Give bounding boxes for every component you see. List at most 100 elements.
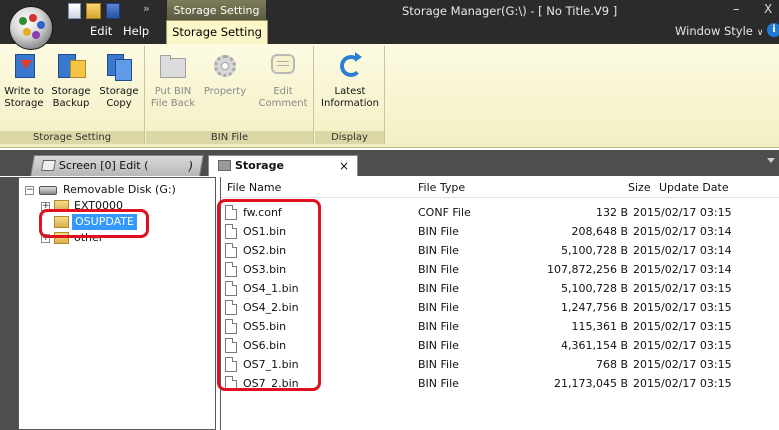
latest-info-label-1: Latest xyxy=(334,86,366,97)
document-tab-strip: Screen [0] Edit ( ) Storage Manager(G:\)… xyxy=(0,150,779,192)
header-divider xyxy=(221,197,779,198)
highlight-annotation-folder xyxy=(39,209,149,238)
orb-dot-purple xyxy=(32,31,40,39)
put-bin-label-2: File Back xyxy=(150,98,196,109)
group-display: Latest Information Display xyxy=(315,46,385,144)
update-date-cell: 2015/02/17 03:15 xyxy=(633,377,732,390)
storage-copy-icon xyxy=(104,50,134,82)
folder-icon xyxy=(158,50,188,82)
update-date-cell: 2015/02/17 03:15 xyxy=(633,282,732,295)
put-bin-file-back-button[interactable]: Put BIN File Back xyxy=(150,50,196,110)
file-type-cell: BIN File xyxy=(418,339,459,352)
file-type-cell: BIN File xyxy=(418,320,459,333)
write-to-storage-label-2: Storage xyxy=(4,98,44,109)
file-size-cell: 115,361 B xyxy=(571,320,628,333)
update-date-cell: 2015/02/17 03:15 xyxy=(633,339,732,352)
tab-screen-edit[interactable]: Screen [0] Edit ( ) xyxy=(30,155,204,176)
application-menu-button[interactable] xyxy=(9,6,53,50)
tab-screen-suffix: ) xyxy=(186,159,195,173)
column-header-size[interactable]: Size xyxy=(628,181,651,194)
drive-icon xyxy=(39,186,57,195)
left-gutter xyxy=(0,177,18,430)
file-size-cell: 21,173,045 B xyxy=(553,377,628,390)
storage-copy-button[interactable]: Storage Copy xyxy=(96,50,142,110)
update-date-cell: 2015/02/17 03:15 xyxy=(633,320,732,333)
file-size-cell: 132 B xyxy=(595,206,628,219)
close-button[interactable]: X xyxy=(764,2,772,16)
open-folder-icon[interactable] xyxy=(86,3,101,19)
write-to-storage-label-1: Write to xyxy=(4,86,44,97)
storage-copy-label-1: Storage xyxy=(99,86,139,97)
tree-root-label: Removable Disk (G:) xyxy=(63,183,176,196)
context-tab-title: Storage Setting xyxy=(167,0,266,22)
property-button[interactable]: Property xyxy=(200,50,250,98)
column-header-file-type[interactable]: File Type xyxy=(418,181,465,194)
column-header-update-date[interactable]: Update Date xyxy=(659,181,729,194)
update-date-cell: 2015/02/17 03:15 xyxy=(633,206,732,219)
group-label-storage-setting: Storage Setting xyxy=(0,131,144,144)
storage-backup-button[interactable]: Storage Backup xyxy=(48,50,94,110)
update-date-cell: 2015/02/17 03:14 xyxy=(633,263,732,276)
screen-icon xyxy=(41,160,56,171)
save-icon[interactable] xyxy=(106,3,120,19)
file-size-cell: 4,361,154 B xyxy=(560,339,628,352)
property-label: Property xyxy=(203,86,247,97)
gear-icon xyxy=(210,50,240,82)
menu-help[interactable]: Help xyxy=(123,24,149,38)
latest-info-label-2: Information xyxy=(321,98,379,109)
menu-edit[interactable]: Edit xyxy=(90,24,112,38)
file-type-cell: CONF File xyxy=(418,206,471,219)
file-size-cell: 5,100,728 B xyxy=(560,282,628,295)
collapse-icon[interactable]: − xyxy=(25,186,34,195)
orb-dot-red xyxy=(29,14,37,22)
storage-backup-icon xyxy=(56,50,86,82)
group-bin-file: Put BIN File Back Property Edit Comment … xyxy=(146,46,314,144)
orb-dot-green xyxy=(19,17,27,25)
file-type-cell: BIN File xyxy=(418,358,459,371)
group-storage-setting: Write to Storage Storage Backup Storage … xyxy=(0,46,145,144)
quick-access-more-button[interactable]: » xyxy=(143,2,150,15)
file-size-cell: 5,100,728 B xyxy=(560,244,628,257)
tab-storage-manager[interactable]: Storage Manager(G:\) × xyxy=(208,155,358,192)
tab-screen-label: Screen [0] Edit ( xyxy=(58,159,149,172)
file-type-cell: BIN File xyxy=(418,225,459,238)
file-size-cell: 208,648 B xyxy=(571,225,628,238)
put-bin-label-1: Put BIN xyxy=(154,86,192,97)
file-size-cell: 107,872,256 B xyxy=(546,263,628,276)
highlight-annotation-files xyxy=(217,199,321,391)
storage-backup-label-1: Storage xyxy=(51,86,91,97)
help-info-icon[interactable]: i xyxy=(767,23,779,37)
file-type-cell: BIN File xyxy=(418,244,459,257)
minimize-button[interactable]: – xyxy=(733,2,740,17)
tab-list-chevron-icon[interactable] xyxy=(767,158,775,163)
column-header-file-name[interactable]: File Name xyxy=(227,181,281,194)
title-bar: » Storage Setting Storage Manager(G:\) -… xyxy=(0,0,779,44)
update-date-cell: 2015/02/17 03:15 xyxy=(633,358,732,371)
window-style-dropdown[interactable]: Window Style ∨ xyxy=(675,24,763,38)
orb-dot-blue xyxy=(37,21,45,29)
storage-backup-label-2: Backup xyxy=(52,98,90,109)
update-date-cell: 2015/02/17 03:14 xyxy=(633,244,732,257)
write-to-storage-icon xyxy=(9,50,39,82)
group-label-display: Display xyxy=(315,131,384,144)
chevron-down-icon: ∨ xyxy=(756,28,764,38)
tab-close-icon[interactable]: × xyxy=(339,156,349,176)
file-size-cell: 1,247,756 B xyxy=(560,301,628,314)
window-style-label: Window Style xyxy=(675,24,753,38)
edit-comment-button[interactable]: Edit Comment xyxy=(256,50,310,110)
file-type-cell: BIN File xyxy=(418,377,459,390)
window-title: Storage Manager(G:\) - [ No Title.V9 ] xyxy=(402,4,618,18)
file-size-cell: 768 B xyxy=(595,358,628,371)
comment-icon xyxy=(268,50,298,82)
update-date-cell: 2015/02/17 03:14 xyxy=(633,225,732,238)
write-to-storage-button[interactable]: Write to Storage xyxy=(2,50,46,110)
latest-information-button[interactable]: Latest Information xyxy=(317,50,383,110)
refresh-icon xyxy=(335,50,365,82)
ribbon: Write to Storage Storage Backup Storage … xyxy=(0,44,779,148)
orb-dot-yellow xyxy=(23,28,31,36)
tab-storage-setting[interactable]: Storage Setting xyxy=(166,20,268,44)
file-type-cell: BIN File xyxy=(418,263,459,276)
file-type-cell: BIN File xyxy=(418,282,459,295)
new-file-icon[interactable] xyxy=(68,3,81,19)
group-label-bin-file: BIN File xyxy=(146,131,313,144)
